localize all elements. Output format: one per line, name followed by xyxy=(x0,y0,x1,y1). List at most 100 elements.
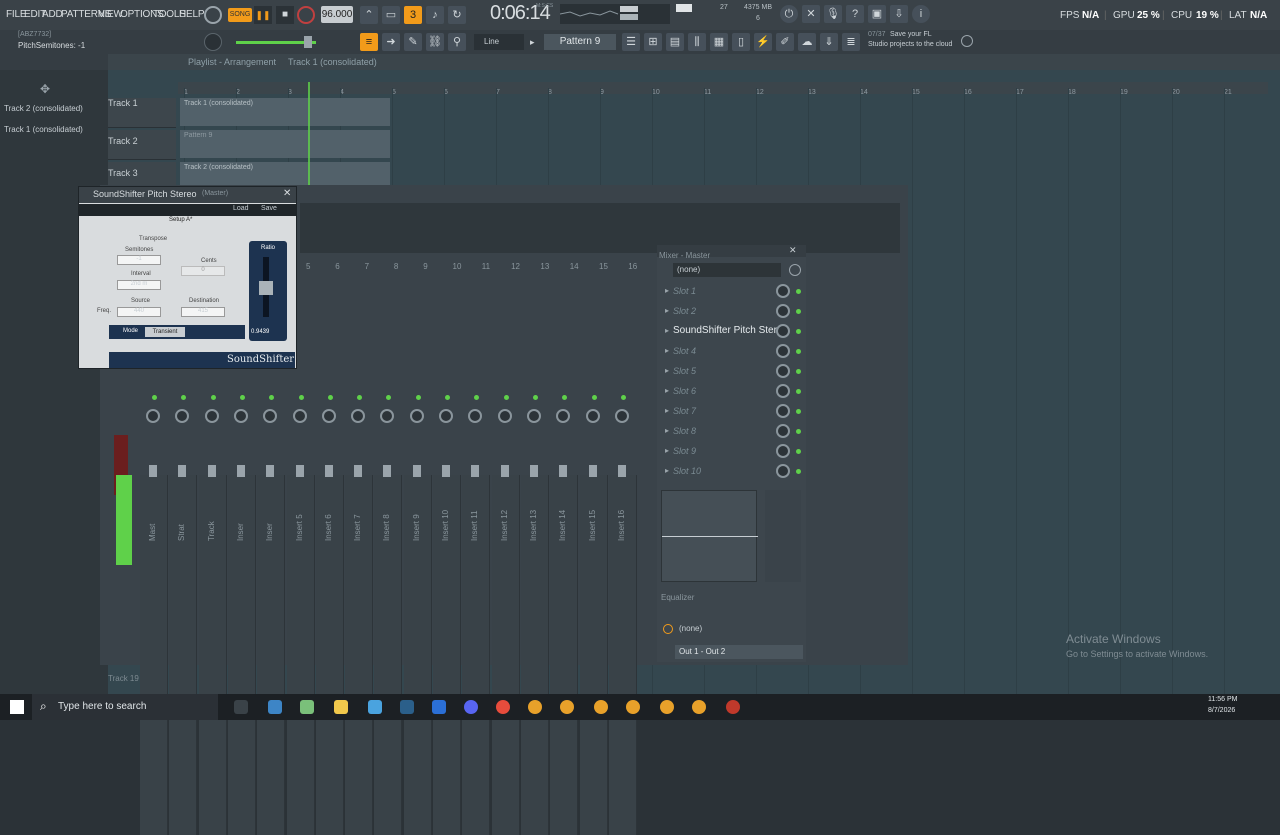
slot-enable-led[interactable] xyxy=(796,369,801,374)
piano-roll-icon[interactable]: ▤ xyxy=(666,33,684,51)
browser-item[interactable]: Track 1 (consolidated) xyxy=(4,125,83,134)
windows-start-icon[interactable] xyxy=(10,700,24,714)
slot-expand-icon[interactable]: ▸ xyxy=(665,421,669,441)
channel-rack-icon[interactable]: ⊞ xyxy=(644,33,662,51)
task-view-icon[interactable] xyxy=(234,700,248,714)
pan-knob[interactable] xyxy=(585,409,600,423)
semitones-field[interactable]: -1 xyxy=(117,255,161,265)
stamp-icon[interactable]: ⚲ xyxy=(448,33,466,51)
countdown-icon[interactable]: 3 xyxy=(404,6,422,24)
fl-studio-icon[interactable] xyxy=(560,700,574,714)
strip-active-led[interactable] xyxy=(562,395,568,400)
pan-knob[interactable] xyxy=(468,409,483,423)
news-icon[interactable] xyxy=(961,35,973,47)
pan-knob[interactable] xyxy=(380,409,395,423)
slot-expand-icon[interactable]: ▸ xyxy=(665,321,669,341)
metronome-icon[interactable]: ⌃ xyxy=(360,6,378,24)
power-icon[interactable]: ⏻ xyxy=(780,5,798,23)
slot-mix-knob[interactable] xyxy=(776,284,790,298)
file-icon[interactable]: ▯ xyxy=(732,33,750,51)
slot-enable-led[interactable] xyxy=(796,389,801,394)
cents-field[interactable]: 0 xyxy=(181,266,225,276)
app-icon[interactable] xyxy=(368,700,382,714)
pencil-icon[interactable]: ✎ xyxy=(404,33,422,51)
master-volume-knob[interactable] xyxy=(204,33,222,51)
cloud-icon[interactable]: ☁ xyxy=(798,33,816,51)
strip-active-led[interactable] xyxy=(210,395,216,400)
menu-help[interactable]: HELP xyxy=(177,0,206,30)
move-icon[interactable]: ✥ xyxy=(40,82,50,96)
slot-mix-knob[interactable] xyxy=(776,304,790,318)
input-knob[interactable] xyxy=(789,264,801,276)
volume-fader[interactable] xyxy=(149,465,157,477)
strip-active-led[interactable] xyxy=(269,395,275,400)
wait-input-icon[interactable]: ▭ xyxy=(382,6,400,24)
stop-button[interactable]: ■ xyxy=(276,6,294,24)
pan-knob[interactable] xyxy=(146,409,160,423)
clip[interactable]: Track 2 (consolidated) xyxy=(180,162,390,186)
volume-fader[interactable] xyxy=(500,465,509,477)
slider-handle[interactable] xyxy=(304,36,312,48)
slot-expand-icon[interactable]: ▸ xyxy=(665,441,669,461)
step-edit-icon[interactable]: ♪ xyxy=(426,6,444,24)
pan-knob[interactable] xyxy=(175,409,190,423)
record-button[interactable] xyxy=(297,6,315,24)
eq-graph[interactable] xyxy=(661,490,758,582)
volume-fader[interactable] xyxy=(295,465,304,477)
slot-mix-knob[interactable] xyxy=(776,464,790,478)
list-icon[interactable]: ≣ xyxy=(842,33,860,51)
pattern-selector[interactable]: Pattern 9 xyxy=(544,34,616,50)
song-mode-toggle[interactable]: SONG xyxy=(228,8,252,22)
slot-enable-led[interactable] xyxy=(796,349,801,354)
output-select[interactable]: Out 1 - Out 2 xyxy=(675,645,803,659)
strip-active-led[interactable] xyxy=(239,395,245,400)
slot-expand-icon[interactable]: ▸ xyxy=(665,361,669,381)
taskbar-search[interactable]: ⌕ Type here to search xyxy=(32,694,218,720)
help-icon[interactable]: ? xyxy=(846,5,864,23)
mode-select[interactable]: Transient xyxy=(145,327,185,337)
slot-mix-knob[interactable] xyxy=(776,384,790,398)
fl-studio-icon[interactable] xyxy=(692,700,706,714)
plugin-icon[interactable]: ⚡ xyxy=(754,33,772,51)
slot-enable-led[interactable] xyxy=(796,469,801,474)
volume-fader[interactable] xyxy=(412,465,421,477)
ratio-slider-handle[interactable] xyxy=(259,281,273,295)
link-icon[interactable]: ⛓ xyxy=(426,33,444,51)
volume-fader[interactable] xyxy=(559,465,568,477)
slot-mix-knob[interactable] xyxy=(776,444,790,458)
strip-active-led[interactable] xyxy=(445,395,450,400)
info-icon[interactable]: i xyxy=(912,5,930,23)
pan-knob[interactable] xyxy=(526,409,541,423)
track-header-1[interactable]: Track 1 xyxy=(108,98,176,128)
chrome-icon[interactable] xyxy=(496,700,510,714)
pan-knob[interactable] xyxy=(292,409,307,423)
file-explorer-icon[interactable] xyxy=(334,700,348,714)
source-freq-field[interactable]: 440 xyxy=(117,307,161,317)
slot-enable-led[interactable] xyxy=(796,449,801,454)
tempo-display[interactable]: 96.000 xyxy=(321,6,353,23)
news-line2[interactable]: Studio projects to the cloud xyxy=(868,41,952,48)
slot-enable-led[interactable] xyxy=(796,329,801,334)
volume-fader[interactable] xyxy=(324,465,333,477)
dropbox-icon[interactable] xyxy=(432,700,446,714)
volume-fader[interactable] xyxy=(236,465,245,477)
strip-active-led[interactable] xyxy=(591,395,597,400)
strip-active-led[interactable] xyxy=(152,395,157,400)
strip-active-led[interactable] xyxy=(386,395,392,400)
fl-studio-icon[interactable] xyxy=(626,700,640,714)
pattern-prev-icon[interactable]: ▸ xyxy=(530,34,538,50)
strip-active-led[interactable] xyxy=(181,395,187,400)
play-button[interactable]: ❚❚ xyxy=(254,6,272,24)
slot-expand-icon[interactable]: ▸ xyxy=(665,301,669,321)
destination-freq-field[interactable]: 415 xyxy=(181,307,225,317)
steam-icon[interactable] xyxy=(400,700,414,714)
pan-knob[interactable] xyxy=(556,409,571,423)
playlist-view-icon[interactable]: ≡ xyxy=(360,33,378,51)
volume-fader[interactable] xyxy=(588,465,597,477)
pan-knob[interactable] xyxy=(409,409,424,423)
preset-name[interactable]: Setup A* xyxy=(169,217,192,223)
slot-expand-icon[interactable]: ▸ xyxy=(665,281,669,301)
pan-knob[interactable] xyxy=(614,409,629,423)
snap-select[interactable]: Line xyxy=(474,34,524,50)
strip-active-led[interactable] xyxy=(327,395,333,400)
